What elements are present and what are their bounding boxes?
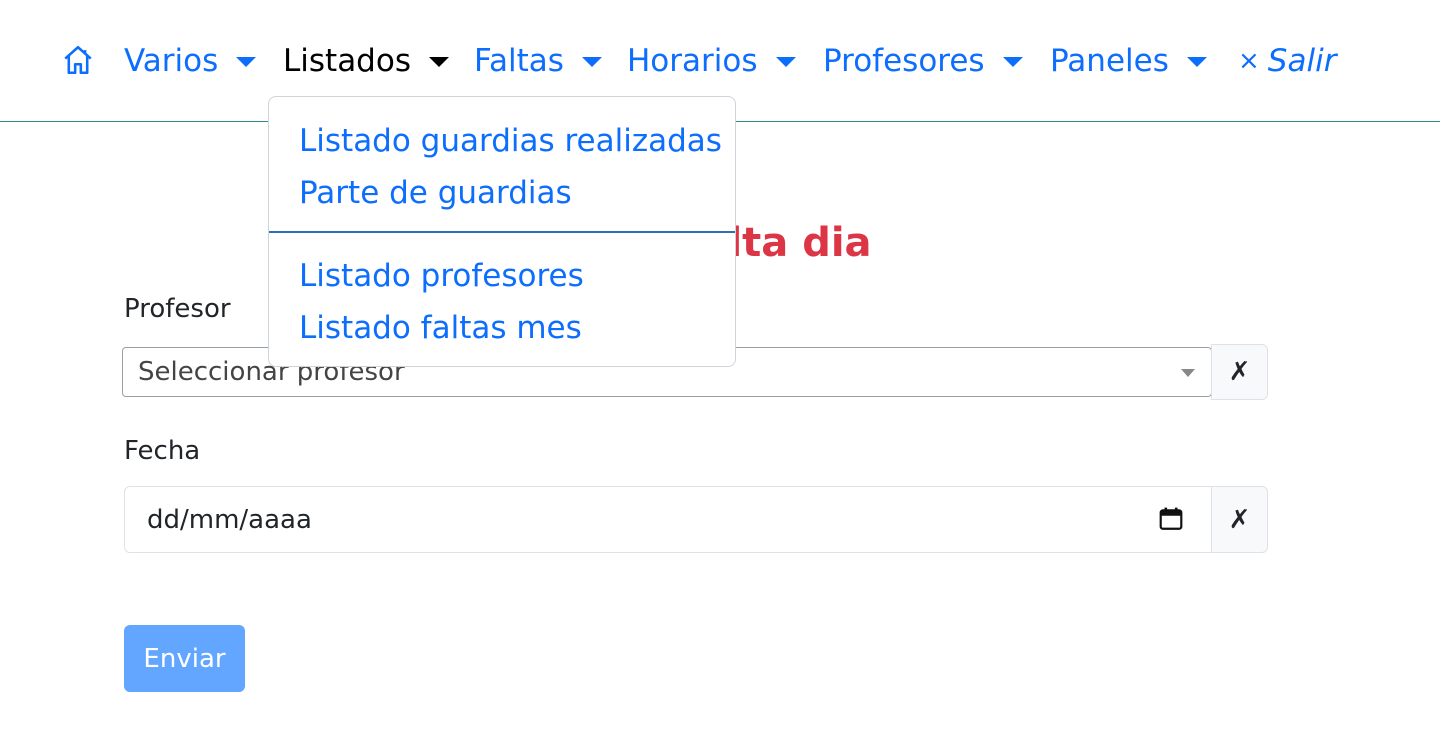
calendar-icon[interactable] [1158,506,1184,532]
nav-faltas[interactable]: Faltas [474,38,602,84]
nav-profesores-label: Profesores [823,43,985,79]
clear-icon: ✗ [1228,504,1251,535]
logout-label: Salir [1267,43,1337,79]
submit-button[interactable]: Enviar [124,625,245,692]
menu-item-parte-de-guardias[interactable]: Parte de guardias [299,171,572,215]
caret-down-icon [1002,57,1023,67]
close-icon: × [1238,46,1260,76]
menu-item-listado-faltas-mes[interactable]: Listado faltas mes [299,306,582,350]
fecha-input-value: dd/mm/aaaa [147,504,312,535]
nav-varios[interactable]: Varios [124,38,257,84]
chevron-down-icon [1181,369,1195,377]
clear-fecha-button[interactable]: ✗ [1211,486,1268,553]
caret-down-icon [236,57,257,67]
dropdown-divider [269,231,735,233]
fecha-input[interactable]: dd/mm/aaaa [124,486,1212,553]
listados-dropdown-menu: Listado guardias realizadas Parte de gua… [268,96,736,367]
fecha-label: Fecha [124,436,201,466]
nav-profesores[interactable]: Profesores [823,38,1023,84]
nav-horarios-label: Horarios [627,43,758,79]
caret-down-icon [1186,57,1207,67]
clear-icon: ✗ [1228,357,1251,387]
menu-item-listado-guardias-realizadas[interactable]: Listado guardias realizadas [299,119,722,163]
nav-paneles[interactable]: Paneles [1050,38,1207,84]
clear-profesor-button[interactable]: ✗ [1211,344,1268,400]
caret-down-icon [581,57,602,67]
nav-faltas-label: Faltas [474,43,564,79]
caret-down-icon [775,57,796,67]
home-icon[interactable] [60,42,96,78]
profesor-label: Profesor [124,294,231,324]
nav-horarios[interactable]: Horarios [627,38,796,84]
caret-down-icon [428,57,449,67]
nav-paneles-label: Paneles [1050,43,1169,79]
nav-listados[interactable]: Listados [283,38,449,84]
menu-item-listado-profesores[interactable]: Listado profesores [299,254,584,298]
nav-varios-label: Varios [124,43,219,79]
nav-listados-label: Listados [283,43,411,79]
logout-link[interactable]: × Salir [1238,38,1336,84]
